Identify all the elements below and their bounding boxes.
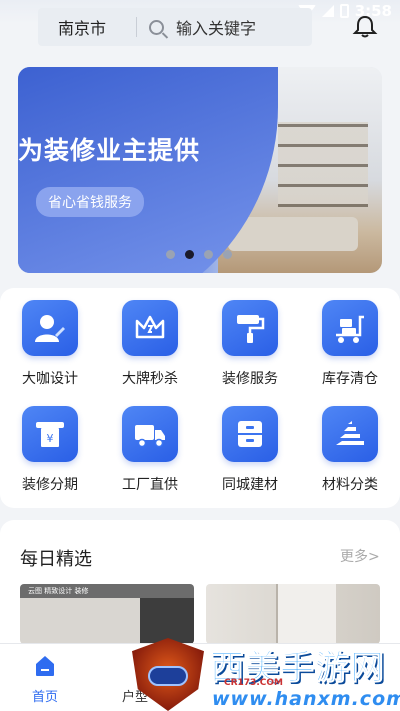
paint-roller-icon [222, 300, 278, 356]
more-link[interactable]: 更多> [340, 546, 380, 566]
promo-banner[interactable]: 为装修业主提供 省心省钱服务 [18, 67, 382, 273]
designer-icon [22, 300, 78, 356]
category-label: 同城建材 [222, 477, 278, 493]
search-input[interactable]: 输入关键字 [176, 15, 256, 39]
category-item-local-materials[interactable]: 同城建材 [200, 406, 300, 494]
search-icon [149, 19, 164, 35]
cart-icon [322, 300, 378, 356]
category-item-clearance[interactable]: 库存清仓 [300, 300, 400, 388]
truck-icon [122, 406, 178, 462]
daily-pick-item[interactable]: 云图 精致设计 装修 [20, 584, 194, 644]
home-icon [36, 656, 54, 676]
signal-icon [321, 5, 334, 17]
pick-tag: 云图 精致设计 装修 [28, 587, 89, 595]
category-item-designer[interactable]: 大咖设计 [0, 300, 100, 388]
search-divider [136, 17, 137, 37]
pagination-dot[interactable] [185, 250, 194, 259]
category-label: 库存清仓 [322, 371, 378, 387]
battery-icon [339, 4, 349, 18]
banner-pagination [166, 250, 232, 259]
pagination-dot[interactable] [223, 250, 232, 259]
watermark-logo: 西美手游网 CR173.COM www.hanxm.com [132, 638, 400, 711]
category-label: 大牌秒杀 [122, 371, 178, 387]
category-label: 装修分期 [22, 477, 78, 493]
category-label: 材料分类 [322, 477, 378, 493]
category-item-reno-service[interactable]: 装修服务 [200, 300, 300, 388]
category-item-factory[interactable]: 工厂直供 [100, 406, 200, 494]
tab-label: 首页 [31, 690, 58, 705]
crown-icon [122, 300, 178, 356]
category-grid: 大咖设计 大牌秒杀 装修服务 库存清仓 ¥ 装修分期 工厂直供 同城建材 材料分… [0, 300, 400, 494]
banner-headline: 为装修业主提供 [18, 136, 201, 165]
category-label: 工厂直供 [122, 477, 178, 493]
svg-text:¥: ¥ [47, 432, 54, 445]
cabinet-icon [222, 406, 278, 462]
tab-home[interactable]: 首页 [5, 644, 85, 711]
banner-pill: 省心省钱服务 [36, 187, 144, 217]
search-bar[interactable]: 南京市 输入关键字 [38, 8, 312, 46]
gamepad-icon [148, 666, 188, 686]
watermark-small: CR173.COM [224, 678, 283, 688]
category-label: 装修服务 [222, 371, 278, 387]
category-item-flash-sale[interactable]: 大牌秒杀 [100, 300, 200, 388]
pagination-dot[interactable] [166, 250, 175, 259]
category-item-material-types[interactable]: 材料分类 [300, 406, 400, 494]
pagination-dot[interactable] [204, 250, 213, 259]
layers-icon [322, 406, 378, 462]
daily-picks-title: 每日精选 [20, 549, 92, 570]
watermark-url: www.hanxm.com [212, 688, 400, 710]
category-item-installment[interactable]: ¥ 装修分期 [0, 406, 100, 494]
bell-icon[interactable] [352, 14, 378, 40]
category-label: 大咖设计 [22, 371, 78, 387]
installment-icon: ¥ [22, 406, 78, 462]
city-selector[interactable]: 南京市 [38, 15, 136, 39]
daily-pick-item[interactable] [206, 584, 380, 644]
